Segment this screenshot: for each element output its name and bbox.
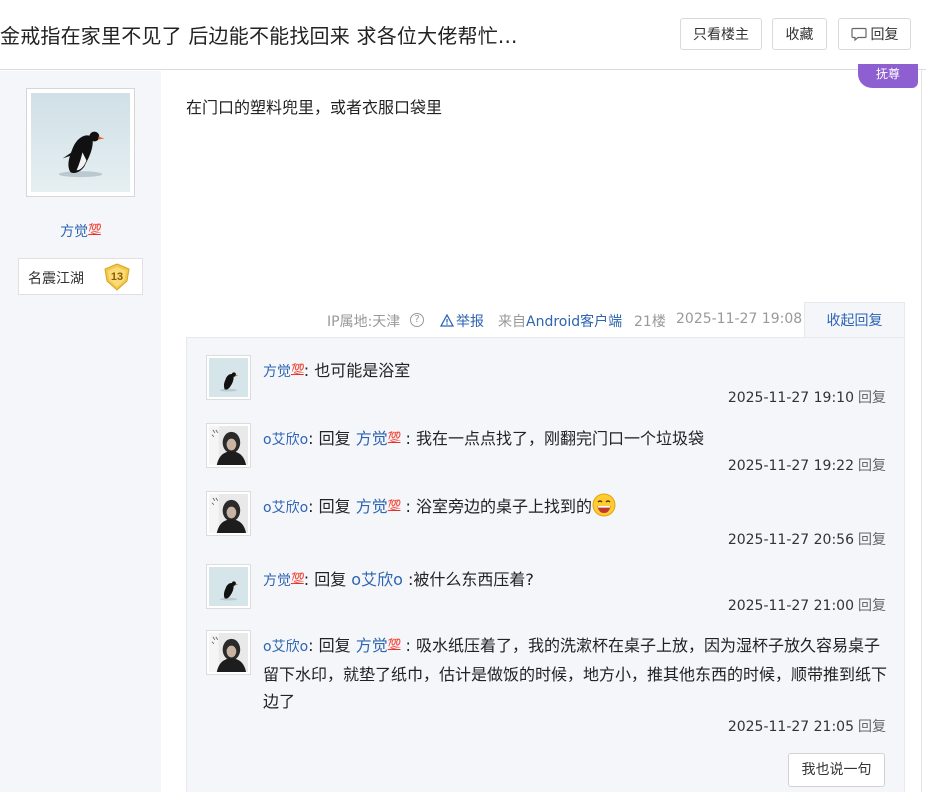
favorite-button[interactable]: 收藏	[772, 18, 827, 50]
laughing-emoji-icon	[592, 493, 616, 517]
post-source: 来自Android客户端	[498, 314, 623, 330]
sub-reply-meta: 2025-11-27 20:56 回复	[727, 532, 886, 548]
sub-reply-text: 方觉💯: 回复 o艾欣o :被什么东西压着?	[263, 565, 888, 595]
thread-header: 金戒指在家里不见了 后边能不能找回来 求各位大佬帮忙... 只看楼主 收藏 回复	[0, 0, 926, 70]
sub-reply-item: 方觉💯: 回复 o艾欣o :被什么东西压着? 2025-11-27 21:00 回…	[206, 564, 896, 624]
sub-reply-reply-link[interactable]: 回复	[858, 532, 886, 548]
favorite-label: 收藏	[785, 27, 814, 43]
thread-title: 金戒指在家里不见了 后边能不能找回来 求各位大佬帮忙...	[0, 24, 518, 48]
sub-reply-meta: 2025-11-27 21:00 回复	[727, 598, 886, 614]
client-link[interactable]: Android客户端	[526, 314, 622, 330]
sub-reply-user[interactable]: 方觉	[263, 573, 291, 589]
sub-reply-user[interactable]: o艾欣o	[263, 500, 308, 516]
sub-reply-reply-link[interactable]: 回复	[858, 458, 886, 474]
say-something-button[interactable]: 我也说一句	[788, 753, 885, 787]
reply-label: 回复	[870, 27, 899, 43]
sub-reply-item: o艾欣o: 回复 方觉💯 : 浴室旁边的桌子上找到的 2025-11-27 20…	[206, 491, 896, 551]
reply-target-user[interactable]: o艾欣o	[351, 570, 403, 589]
sub-reply-item: o艾欣o: 回复 方觉💯 : 我在一点点找了，刚翻完门口一个垃圾袋 2025-1…	[206, 423, 896, 483]
sub-reply-panel: 方觉💯: 也可能是浴室 2025-11-27 19:10 回复 o艾欣o: 回复 …	[186, 337, 905, 792]
level-badge-box[interactable]: 名震江湖 13	[18, 258, 143, 295]
author-column: 方觉💯 名震江湖 13	[0, 71, 161, 792]
only-op-button[interactable]: 只看楼主	[680, 18, 762, 50]
svg-text:13: 13	[111, 271, 123, 283]
sub-reply-text: o艾欣o: 回复 方觉💯 : 我在一点点找了，刚翻完门口一个垃圾袋	[263, 424, 888, 454]
sub-reply-user[interactable]: o艾欣o	[263, 639, 308, 655]
penguin-avatar-image	[31, 93, 130, 192]
collapse-replies-button[interactable]: 收起回复	[804, 302, 905, 338]
hundred-icon: 💯	[291, 363, 305, 376]
sub-reply-text: 方觉💯: 也可能是浴室	[263, 356, 888, 386]
content-border	[921, 70, 922, 792]
author-avatar[interactable]	[26, 88, 135, 197]
comment-icon	[850, 27, 867, 41]
reply-button[interactable]: 回复	[838, 18, 911, 50]
hundred-icon: 💯	[88, 223, 102, 236]
reply-target-user[interactable]: 方觉	[356, 497, 388, 516]
report-link[interactable]: 举报	[440, 311, 484, 331]
level-shield-icon: 13	[104, 263, 130, 291]
sub-reply-text: o艾欣o: 回复 方觉💯 : 吸水纸压着了，我的洗漱杯在桌子上放，因为湿杯子放久…	[263, 631, 888, 715]
floor-number: 21楼	[634, 314, 666, 330]
sub-reply-item: 方觉💯: 也可能是浴室 2025-11-27 19:10 回复	[206, 355, 896, 415]
sub-reply-reply-link[interactable]: 回复	[858, 719, 886, 735]
penguin-avatar[interactable]	[206, 564, 251, 609]
person-avatar[interactable]	[206, 491, 251, 536]
sub-reply-item: o艾欣o: 回复 方觉💯 : 吸水纸压着了，我的洗漱杯在桌子上放，因为湿杯子放久…	[206, 630, 896, 742]
sub-reply-meta: 2025-11-27 19:10 回复	[727, 390, 886, 406]
sub-reply-user[interactable]: 方觉	[263, 364, 291, 380]
hundred-icon: 💯	[387, 431, 402, 444]
penguin-avatar[interactable]	[206, 355, 251, 400]
sub-reply-reply-link[interactable]: 回复	[858, 598, 886, 614]
ip-location: IP属地:天津	[327, 314, 401, 330]
warning-icon	[440, 314, 454, 327]
gift-badge[interactable]: 抚尊	[858, 64, 918, 88]
sub-reply-text: o艾欣o: 回复 方觉💯 : 浴室旁边的桌子上找到的	[263, 492, 888, 522]
reply-target-user[interactable]: 方觉	[356, 636, 388, 655]
sub-reply-reply-link[interactable]: 回复	[858, 390, 886, 406]
sub-reply-user[interactable]: o艾欣o	[263, 432, 308, 448]
person-avatar[interactable]	[206, 423, 251, 468]
author-name[interactable]: 方觉💯	[0, 221, 161, 241]
reply-target-user[interactable]: 方觉	[356, 429, 388, 448]
hundred-icon: 💯	[387, 499, 402, 512]
sub-reply-meta: 2025-11-27 19:22 回复	[727, 458, 886, 474]
sub-reply-meta: 2025-11-27 21:05 回复	[727, 719, 886, 735]
level-name: 名震江湖	[28, 271, 84, 287]
hundred-icon: 💯	[387, 638, 402, 651]
only-op-label: 只看楼主	[693, 27, 749, 43]
hundred-icon: 💯	[291, 572, 305, 585]
person-avatar[interactable]	[206, 630, 251, 675]
post-content: 在门口的塑料兜里，或者衣服口袋里	[186, 98, 443, 117]
post-time: 2025-11-27 19:08	[676, 311, 803, 327]
help-icon[interactable]: ?	[410, 313, 424, 327]
